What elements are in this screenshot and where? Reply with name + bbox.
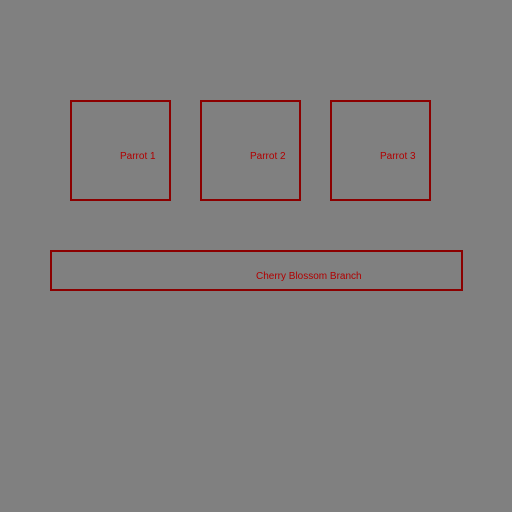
cherry-blossom-branch-box[interactable]: Cherry Blossom Branch (50, 250, 463, 291)
parrot-1-label: Parrot 1 (120, 151, 156, 162)
parrot-3-label: Parrot 3 (380, 151, 416, 162)
cherry-blossom-branch-label: Cherry Blossom Branch (256, 271, 362, 282)
parrot-2-box[interactable]: Parrot 2 (200, 100, 301, 201)
annotation-canvas: Parrot 1 Parrot 2 Parrot 3 Cherry Blosso… (0, 0, 512, 512)
parrot-2-label: Parrot 2 (250, 151, 286, 162)
parrot-3-box[interactable]: Parrot 3 (330, 100, 431, 201)
parrot-1-box[interactable]: Parrot 1 (70, 100, 171, 201)
